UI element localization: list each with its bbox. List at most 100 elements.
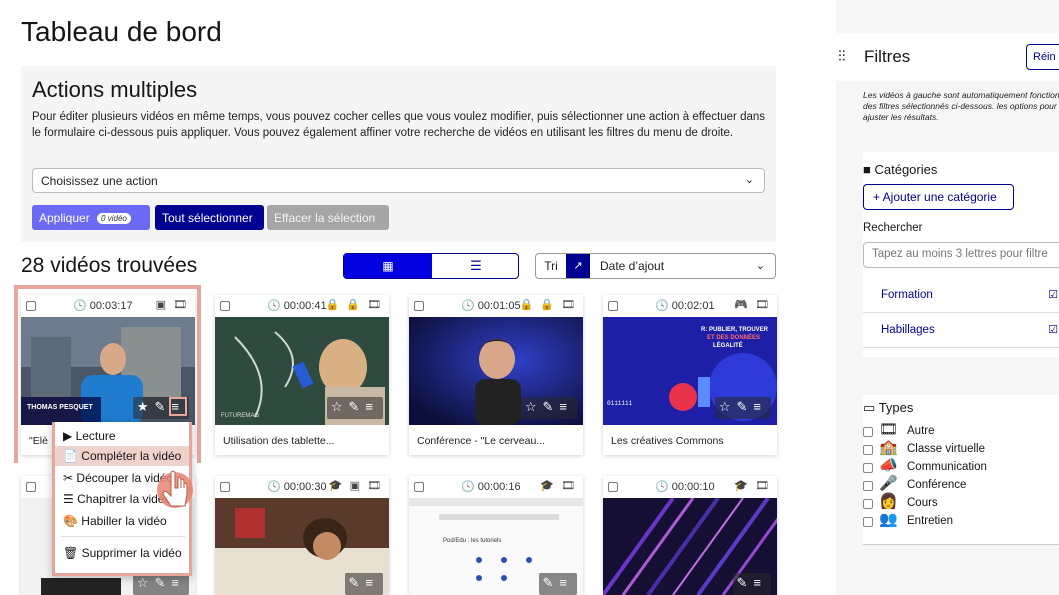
video-checkbox[interactable] (608, 482, 618, 492)
video-checkbox[interactable] (608, 301, 618, 311)
edit-icon[interactable]: ✎ (737, 575, 754, 590)
menu-item-dress[interactable]: 🎨 Habiller la vidéo (63, 511, 167, 531)
video-card[interactable]: 🕓 00:00:10 🎓 🎞 ✎≡ (603, 476, 777, 595)
video-title[interactable]: Conférence - "Le cerveau... (417, 435, 545, 447)
video-checkbox[interactable] (26, 482, 36, 492)
palette-icon: 🎨 (63, 514, 78, 528)
classroom-icon: 🏫 (879, 439, 898, 456)
menu-icon[interactable]: ≡ (171, 575, 185, 590)
type-checkbox[interactable] (863, 517, 873, 527)
video-thumbnail[interactable]: ☆✎≡ (409, 317, 583, 425)
video-actions: ✎≡ (344, 573, 383, 595)
results-count: 28 vidéos trouvées (21, 254, 198, 277)
video-status-icons: 🔒 🔒 🎞 (519, 299, 577, 311)
category-item[interactable]: Formation ☑ (863, 279, 1059, 313)
menu-icon[interactable]: ≡ (365, 575, 379, 590)
video-thumbnail[interactable]: ✎≡ (603, 498, 777, 595)
bulk-actions-description: Pour éditer plusieurs vidéos en même tem… (32, 111, 766, 139)
video-card[interactable]: 🕓 00:00:41 🔒 🔒 🎞 FUTUREMAG ☆✎≡ Utilisati… (215, 295, 389, 455)
video-status-icons: 🔒 🔒 🎞 (325, 299, 383, 311)
list-view-button[interactable]: ☰ (432, 254, 518, 278)
video-duration: 🕓 00:01:05 (461, 300, 521, 312)
menu-item-complete[interactable]: 📄 Compléter la vidéo (55, 446, 189, 466)
list-icon: ☰ (470, 258, 482, 273)
presenter-icon: 🎤 (879, 475, 898, 492)
video-icon: 🎞 (879, 421, 899, 438)
page-title: Tableau de bord (21, 16, 222, 47)
video-checkbox[interactable] (414, 301, 424, 311)
type-checkbox[interactable] (863, 427, 873, 437)
edit-icon[interactable]: ✎ (543, 575, 560, 590)
clock-icon: 🕓 (655, 300, 669, 312)
video-duration: 🕓 00:00:30 (267, 481, 327, 493)
star-icon[interactable]: ☆ (719, 399, 737, 414)
video-checkbox[interactable] (220, 301, 230, 311)
pointer-hand-icon (157, 470, 193, 508)
edit-icon[interactable]: ✎ (155, 575, 172, 590)
filters-info: Les vidéos à gauche sont automatiquement… (863, 90, 1059, 122)
video-actions: ☆✎≡ (520, 397, 577, 419)
document-icon: 📄 (63, 449, 78, 463)
megaphone-icon: 📣 (879, 457, 898, 474)
video-thumbnail[interactable]: ✎≡ (215, 498, 389, 595)
video-card[interactable]: 🕓 00:00:16 🎓 🎞 Pod/Edu : les tutoriels ✎… (409, 476, 583, 595)
action-select[interactable]: Choisissez une action ⌄ (32, 168, 765, 193)
select-all-button[interactable]: Tout sélectionner (155, 205, 264, 230)
apply-label: Appliquer (39, 211, 90, 225)
video-card[interactable]: 🕓 00:02:01 🎮 🎞 R: PUBLIER, TROUVER ET DE… (603, 295, 777, 455)
edit-icon[interactable]: ✎ (737, 399, 754, 414)
edit-icon[interactable]: ✎ (349, 399, 366, 414)
video-status-icons: 🎮 🎞 (734, 299, 771, 311)
star-icon[interactable]: ☆ (331, 399, 349, 414)
apply-button[interactable]: Appliquer 0 vidéo (32, 205, 150, 230)
monitor-icon: ▭ (863, 400, 876, 415)
bulk-actions-panel: Actions multiples Pour éditer plusieurs … (21, 66, 776, 242)
video-card[interactable]: 🕓 00:01:05 🔒 🔒 🎞 ☆✎≡ Conférence - "Le ce… (409, 295, 583, 455)
edit-icon[interactable]: ✎ (349, 575, 366, 590)
star-icon[interactable]: ☆ (137, 575, 155, 590)
types-title: ▭ Types (863, 400, 914, 415)
menu-icon[interactable]: ≡ (559, 399, 573, 414)
sort-direction-button[interactable]: ↗ (566, 254, 590, 278)
play-icon: ▶ (63, 429, 73, 443)
video-status-icons: 🎓 ▣ 🎞 (328, 480, 383, 492)
edit-icon[interactable]: ☑ (1048, 288, 1058, 301)
video-title[interactable]: Utilisation des tablette... (223, 435, 334, 447)
trash-icon: 🗑 (63, 546, 79, 560)
menu-icon[interactable]: ≡ (365, 399, 379, 414)
clear-selection-button[interactable]: Effacer la sélection (267, 205, 389, 230)
add-category-button[interactable]: + Ajouter une catégorie (863, 184, 1014, 210)
edit-icon[interactable]: ✎ (543, 399, 560, 414)
category-item[interactable]: Habillages ☑ (863, 314, 1059, 348)
menu-icon[interactable]: ≡ (559, 575, 573, 590)
video-card[interactable]: 🕓 00:00:30 🎓 ▣ 🎞 ✎≡ (215, 476, 389, 595)
grid-view-button[interactable]: ▦ (344, 254, 432, 278)
selected-count-badge: 0 vidéo (97, 213, 131, 224)
folder-icon: ■ (863, 162, 871, 177)
menu-item-play[interactable]: ▶ Lecture (63, 426, 116, 446)
thumb-text: LÉGALITÉ (713, 341, 743, 349)
video-checkbox[interactable] (220, 482, 230, 492)
video-thumbnail[interactable]: R: PUBLIER, TROUVER ET DES DONNÉES LÉGAL… (603, 317, 777, 425)
video-thumbnail[interactable]: Pod/Edu : les tutoriels ✎≡ (409, 498, 583, 595)
thumb-text: ET DES DONNÉES (707, 333, 760, 341)
menu-icon[interactable]: ≡ (753, 575, 767, 590)
categories-title: ■ Catégories (863, 162, 938, 177)
filters-sidebar: ⫶⫶ Filtres Réin Les vidéos à gauche sont… (836, 0, 1059, 595)
menu-icon[interactable]: ≡ (753, 399, 767, 414)
bulk-actions-title: Actions multiples (32, 77, 198, 102)
edit-icon[interactable]: ☑ (1048, 323, 1058, 336)
type-checkbox[interactable] (863, 499, 873, 509)
menu-item-delete[interactable]: 🗑 Supprimer la vidéo (63, 543, 182, 563)
type-checkbox[interactable] (863, 481, 873, 491)
video-title[interactable]: Les créatives Commons (611, 435, 724, 447)
reset-filters-button[interactable]: Réin (1026, 44, 1059, 70)
type-checkbox[interactable] (863, 463, 873, 473)
video-thumbnail[interactable]: FUTUREMAG ☆✎≡ (215, 317, 389, 425)
sort-select[interactable]: Date d’ajout (600, 254, 664, 278)
clock-icon: 🕓 (267, 300, 281, 312)
type-checkbox[interactable] (863, 445, 873, 455)
video-checkbox[interactable] (414, 482, 424, 492)
star-icon[interactable]: ☆ (525, 399, 543, 414)
category-search-input[interactable]: Tapez au moins 3 lettres pour filtre (863, 242, 1059, 268)
